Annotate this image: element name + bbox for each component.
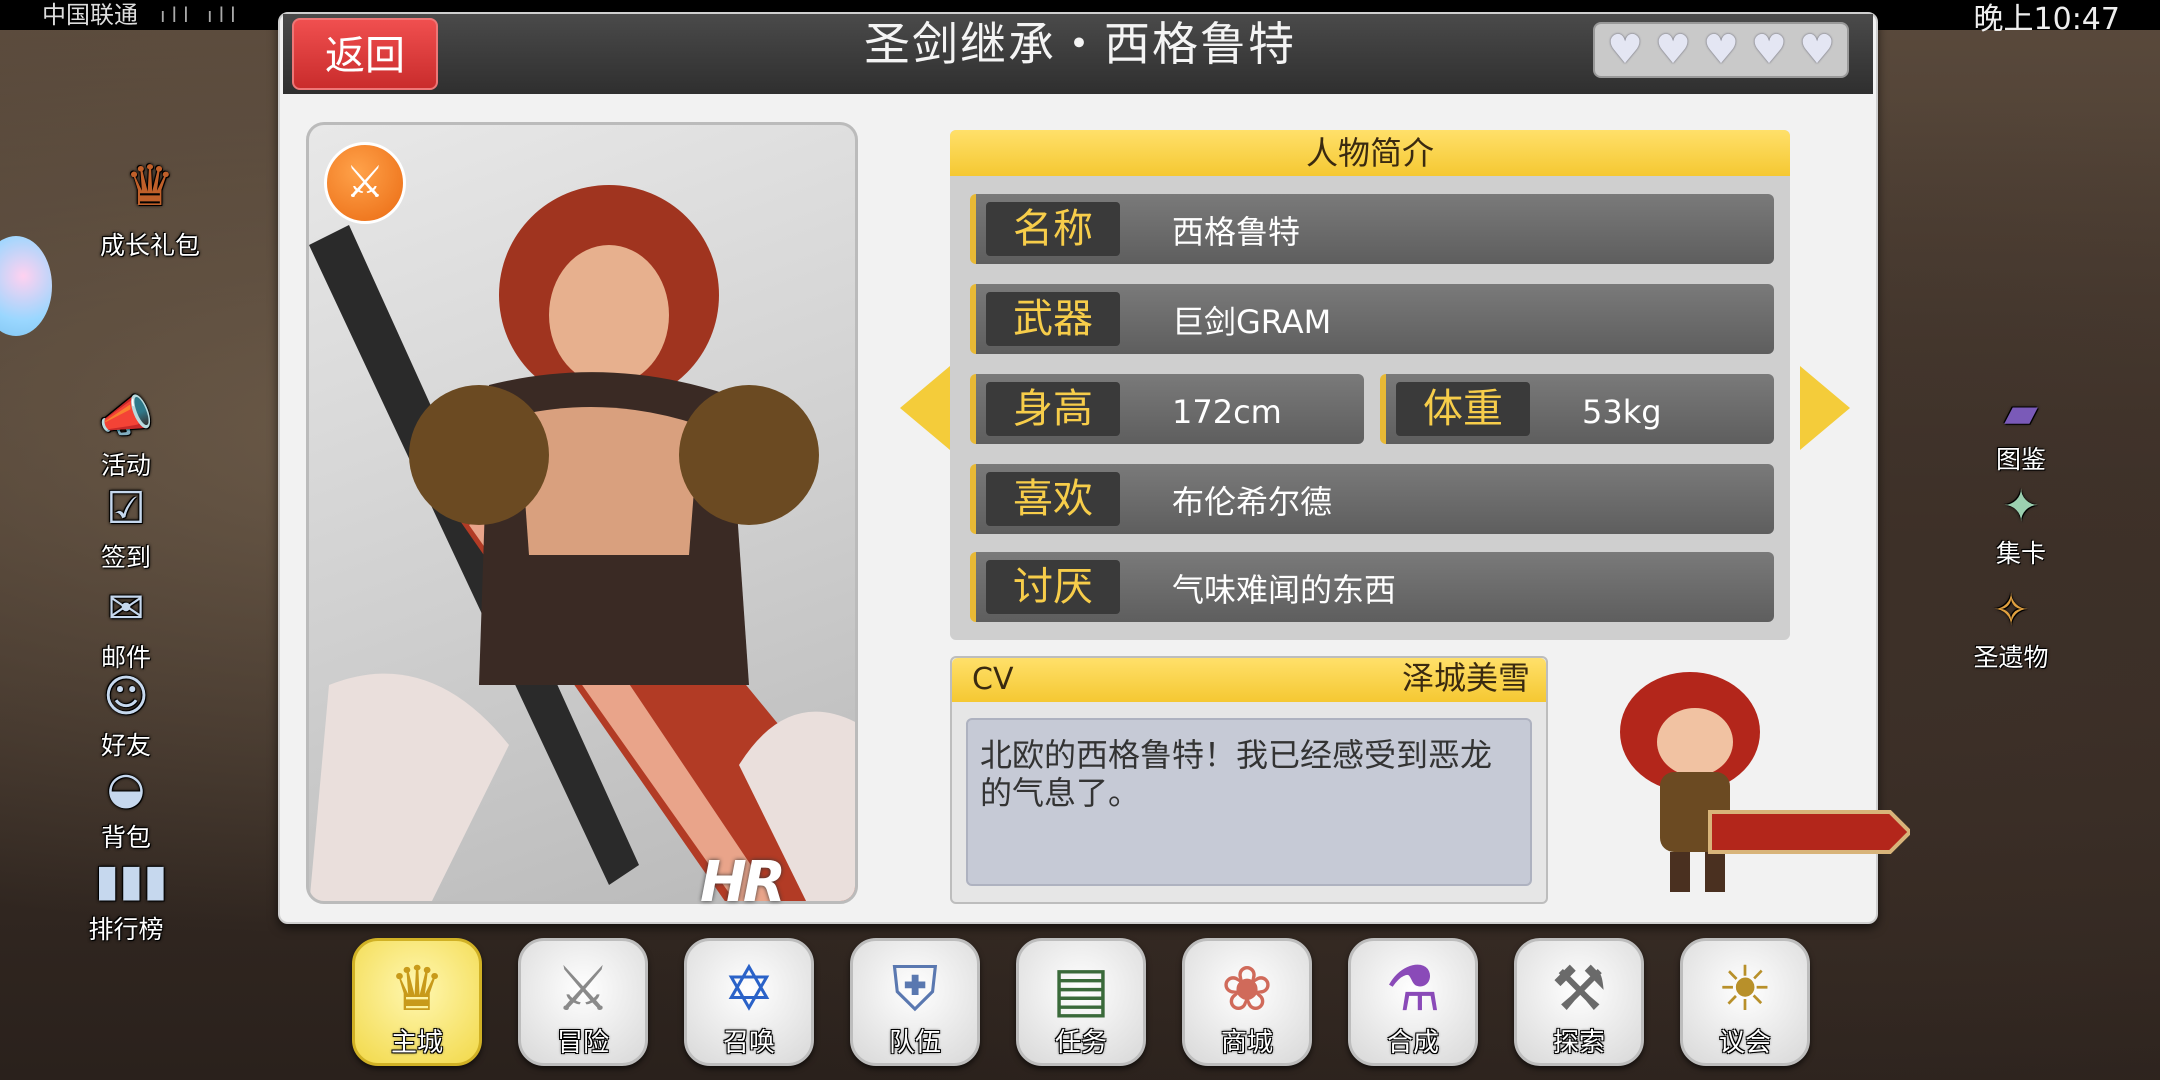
field-value: 巨剑GRAM xyxy=(1172,303,1332,341)
field-label: 讨厌 xyxy=(986,560,1120,614)
nav-label: 冒险 xyxy=(556,1028,609,1058)
character-illustration xyxy=(309,185,855,901)
crown-icon: ♛ xyxy=(389,952,445,1025)
right-item-label: 集卡 xyxy=(1995,539,2046,568)
growth-pack-label: 成长礼包 xyxy=(99,231,200,260)
side-item-label: 背包 xyxy=(100,823,151,852)
quest-book-icon: ▤ xyxy=(1051,952,1111,1025)
field-label: 身高 xyxy=(986,382,1120,436)
right-item-label: 图鉴 xyxy=(1995,445,2046,474)
nav-main-city[interactable]: ♛ 主城 xyxy=(352,938,482,1066)
side-item-mail[interactable]: ✉ 邮件 xyxy=(66,584,186,674)
side-item-label: 邮件 xyxy=(100,643,151,672)
nav-summon[interactable]: ✡ 召唤 xyxy=(684,938,814,1066)
field-label: 体重 xyxy=(1396,382,1530,436)
summon-card-icon: ✡ xyxy=(723,952,775,1025)
nav-label: 队伍 xyxy=(888,1028,941,1058)
character-portrait[interactable] xyxy=(306,122,858,904)
nav-synthesis[interactable]: ⚗ 合成 xyxy=(1348,938,1478,1066)
field-label: 喜欢 xyxy=(986,472,1120,526)
potion-icon: ⚗ xyxy=(1385,952,1441,1025)
nav-quest[interactable]: ▤ 任务 xyxy=(1016,938,1146,1066)
profile-header: 人物简介 xyxy=(950,130,1790,176)
chibi-illustration xyxy=(1620,672,1913,892)
side-item-ranking[interactable]: ▮▮▮ 排行榜 xyxy=(66,856,186,946)
field-value: 53kg xyxy=(1582,393,1662,431)
cv-label: CV xyxy=(972,662,1014,697)
relic-icon: ✧ xyxy=(1992,585,2030,636)
shop-tree-icon: ❀ xyxy=(1221,952,1273,1025)
carrier-label: 中国联通 xyxy=(42,1,138,29)
right-item-relic[interactable]: ✧ 圣遗物 xyxy=(1956,584,2066,674)
page-title: 圣剑继承・西格鲁特 xyxy=(864,17,1296,71)
voice-actor-name: 泽城美雪 xyxy=(1401,659,1530,697)
heart-icon: ♥ xyxy=(1703,27,1739,73)
right-item-codex[interactable]: ▰ 图鉴 xyxy=(1966,386,2076,476)
prev-page-arrow-icon[interactable] xyxy=(900,366,950,450)
treasure-icon: ♛ xyxy=(124,154,176,219)
nav-label: 探索 xyxy=(1552,1028,1605,1058)
profile-row-name: 名称 西格鲁特 xyxy=(970,194,1774,264)
voice-quote: 北欧的西格鲁特！我已经感受到恶龙的气息了。 xyxy=(980,736,1493,812)
rarity-badge: HR xyxy=(700,850,786,915)
side-item-label: 签到 xyxy=(100,543,151,572)
card-icon: ✦ xyxy=(2002,481,2040,532)
team-shield-icon: ⛨ xyxy=(891,952,939,1025)
side-item-label: 活动 xyxy=(100,451,151,480)
swords-icon: ⚔ xyxy=(555,952,611,1025)
field-label: 名称 xyxy=(986,202,1120,256)
side-item-friends[interactable]: ☺ 好友 xyxy=(66,672,186,762)
growth-pack-button[interactable]: ♛ 成长礼包 xyxy=(90,152,210,262)
side-item-backpack[interactable]: ◒ 背包 xyxy=(66,764,186,854)
field-value: 布伦希尔德 xyxy=(1172,483,1333,521)
nav-adventure[interactable]: ⚔ 冒险 xyxy=(518,938,648,1066)
profile-row-weight: 体重 53kg xyxy=(1380,374,1774,444)
field-value: 172cm xyxy=(1172,393,1282,431)
chibi-character[interactable] xyxy=(1590,662,1913,902)
nav-shop[interactable]: ❀ 商城 xyxy=(1182,938,1312,1066)
mail-icon: ✉ xyxy=(107,583,145,634)
profile-row-dislikes: 讨厌 气味难闻的东西 xyxy=(970,552,1774,622)
nav-explore[interactable]: ⚒ 探索 xyxy=(1514,938,1644,1066)
nav-label: 商城 xyxy=(1220,1028,1273,1058)
field-label: 武器 xyxy=(986,292,1120,346)
field-value: 气味难闻的东西 xyxy=(1172,571,1397,609)
book-icon: ▰ xyxy=(2004,387,2038,438)
nav-council[interactable]: ☀ 议会 xyxy=(1680,938,1810,1066)
nav-label: 议会 xyxy=(1718,1028,1771,1058)
profile-row-height: 身高 172cm xyxy=(970,374,1364,444)
backpack-icon: ◒ xyxy=(106,763,146,814)
side-item-label: 排行榜 xyxy=(88,915,164,944)
nav-label: 任务 xyxy=(1054,1028,1107,1058)
nav-label: 召唤 xyxy=(722,1028,775,1058)
side-item-checkin[interactable]: ☑ 签到 xyxy=(66,484,186,574)
profile-row-likes: 喜欢 布伦希尔德 xyxy=(970,464,1774,534)
checkin-icon: ☑ xyxy=(106,483,146,534)
heart-icon: ♥ xyxy=(1655,27,1691,73)
clock: 晚上10:47 xyxy=(1973,2,2120,37)
side-item-label: 好友 xyxy=(100,731,151,760)
back-button[interactable]: 返回 xyxy=(292,18,438,90)
friends-icon: ☺ xyxy=(103,671,149,722)
nav-label: 合成 xyxy=(1386,1028,1439,1058)
nav-team[interactable]: ⛨ 队伍 xyxy=(850,938,980,1066)
ranking-icon: ▮▮▮ xyxy=(95,855,168,906)
heart-icon: ♥ xyxy=(1799,27,1835,73)
right-item-cards[interactable]: ✦ 集卡 xyxy=(1966,480,2076,570)
heart-icon: ♥ xyxy=(1751,27,1787,73)
right-item-label: 圣遗物 xyxy=(1973,643,2049,672)
council-icon: ☀ xyxy=(1717,952,1773,1025)
side-item-activity[interactable]: 📣 活动 xyxy=(66,392,186,482)
field-value: 西格鲁特 xyxy=(1172,213,1301,251)
affection-hearts: ♥ ♥ ♥ ♥ ♥ xyxy=(1593,22,1849,78)
signal-icon: ıll ıll xyxy=(160,3,242,27)
floating-assistant-icon[interactable] xyxy=(0,236,52,336)
profile-row-weapon: 武器 巨剑GRAM xyxy=(970,284,1774,354)
explore-icon: ⚒ xyxy=(1551,952,1607,1025)
sword-icon: ⚔ xyxy=(324,142,406,224)
next-page-arrow-icon[interactable] xyxy=(1800,366,1850,450)
nav-label: 主城 xyxy=(390,1028,443,1058)
heart-icon: ♥ xyxy=(1607,27,1643,73)
megaphone-icon: 📣 xyxy=(98,391,154,442)
